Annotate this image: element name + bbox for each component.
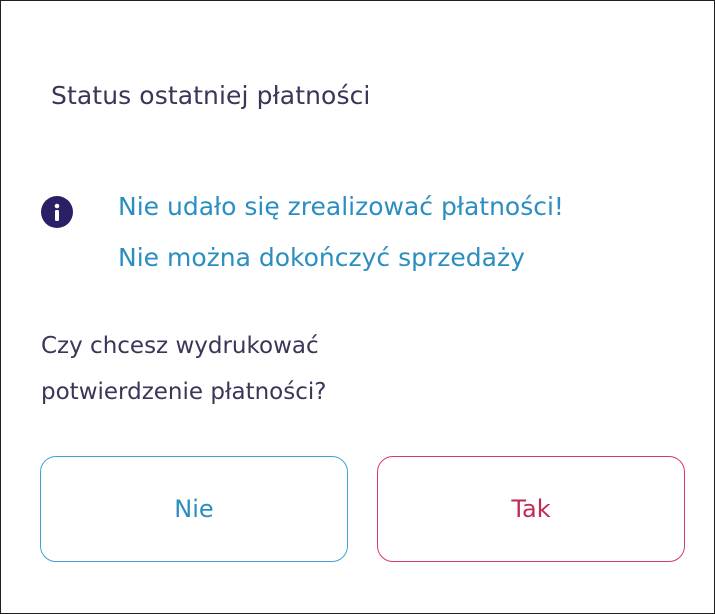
yes-button-label: Tak (511, 495, 551, 523)
alert-message-line-1: Nie udało się zrealizować płatności! (118, 192, 564, 221)
info-icon (41, 196, 73, 228)
no-button[interactable]: Nie (40, 456, 348, 562)
no-button-label: Nie (174, 495, 214, 523)
payment-error-alert: Nie udało się zrealizować płatności! Nie… (41, 190, 681, 290)
dialog-title: Status ostatniej płatności (51, 81, 371, 110)
print-question-line-2: potwierdzenie płatności? (41, 379, 327, 405)
alert-message-line-2: Nie można dokończyć sprzedaży (118, 243, 525, 272)
yes-button[interactable]: Tak (377, 456, 685, 562)
payment-status-dialog: Status ostatniej płatności Nie udało się… (0, 0, 715, 614)
print-question-line-1: Czy chcesz wydrukować (41, 333, 319, 359)
